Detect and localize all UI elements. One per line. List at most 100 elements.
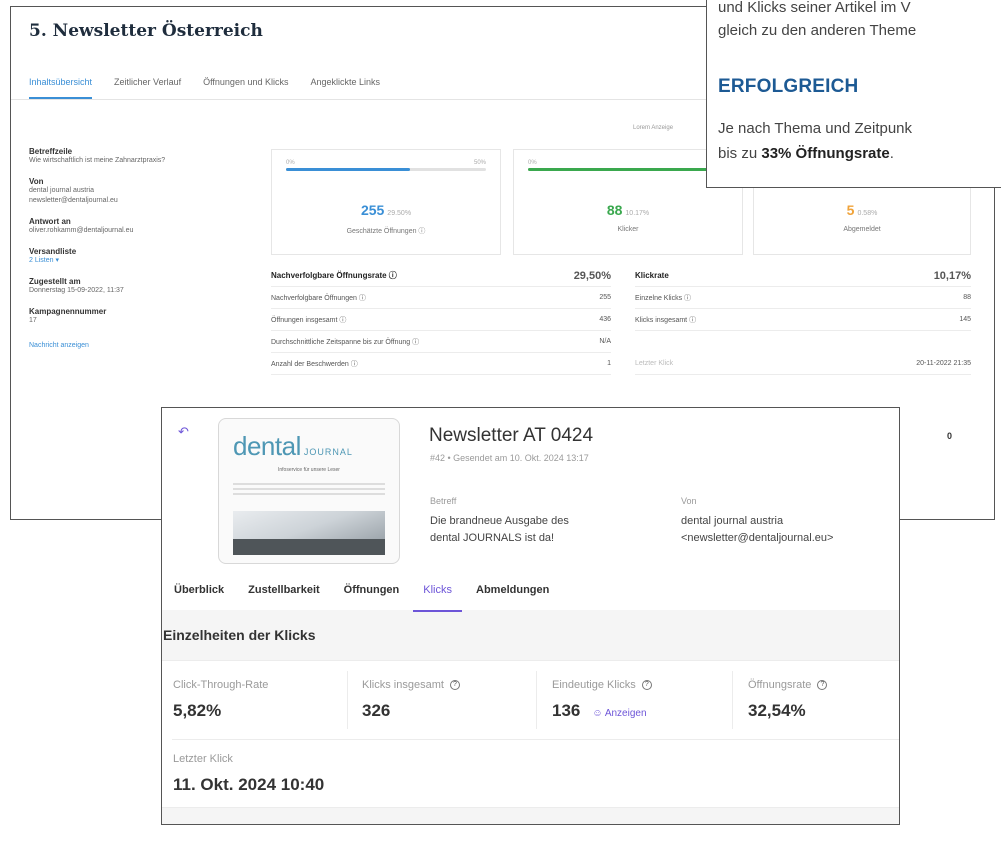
divider [732,671,733,729]
table-row: Einzelne Klicks ⓘ 88 [635,287,971,309]
tab-overview[interactable]: Inhaltsübersicht [29,77,93,99]
metric-label-text: Öffnungsrate [748,679,812,691]
metric-value-text: 136 [552,701,581,720]
article-heading: ERFOLGREICH [718,76,859,97]
stat-value: 5 0.58% [754,202,970,218]
table-header-label: Klickrate [635,271,669,280]
newsletter-send-info: #42 • Gesendet am 10. Okt. 2024 13:17 [430,453,589,463]
from-label: Von [681,496,697,506]
metric-total-clicks: Klicks insgesamt? 326 [362,679,460,721]
metric-label: Letzter Klick [173,753,324,765]
stat-number: 255 [360,202,385,218]
article-line: gleich zu den anderen Theme [718,22,917,39]
table-header: Nachverfolgbare Öffnungsrate ⓘ 29,50% [271,265,611,287]
help-icon[interactable]: ? [641,680,652,690]
report-tabs: Inhaltsübersicht Zeitlicher Verlauf Öffn… [29,77,380,99]
row-value: 255 [599,294,611,301]
article-line: und Klicks seiner Artikel im V [718,0,911,16]
metric-label-text: Letzter Klick [173,753,233,765]
divider [347,671,348,729]
article-text: bis zu [718,145,762,162]
tab-overview[interactable]: Überblick [174,584,234,612]
row-value: 88 [963,294,971,301]
stat-caption: Klicker [617,226,639,233]
extra-count: 0 [947,431,953,441]
divider [172,739,899,740]
stat-card-opens: 0% 50% 255 29.50% Geschätzte Öffnungen ⓘ [271,149,501,255]
detail-value: dental journal austria newsletter@dental… [29,187,118,204]
stat-caption: Abgemeldet [843,226,881,233]
row-value: 145 [959,316,971,323]
progress-fill [528,168,728,171]
metric-label: Öffnungsrate? [748,679,828,691]
metric-value: 326 [362,701,460,721]
newsletter-thumbnail[interactable]: dental JOURNAL Infoservice für unsere Les… [218,418,400,564]
detail-from: Von dental journal austria newsletter@de… [29,177,259,206]
detail-value: Wie wirtschaftlich ist meine Zahnarztpra… [29,157,166,164]
stat-percent: 29.50% [387,210,412,217]
detail-campaign-number: Kampagnennummer 17 [29,307,259,326]
article-line: Je nach Thema und Zeitpunk [718,120,913,137]
tab-opens-clicks[interactable]: Öffnungen und Klicks [203,77,288,99]
subject-label: Betreff [430,496,457,506]
tab-deliverability[interactable]: Zustellbarkeit [238,584,330,612]
row-value: 20-11-2022 21:35 [916,360,971,367]
table-header-label: Nachverfolgbare Öffnungsrate ⓘ [271,271,397,280]
table-row: Letzter Klick 20-11-2022 21:35 [635,353,971,375]
detail-label: Kampagnennummer [29,307,107,316]
bar-min-label: 0% [528,160,537,166]
divider [536,671,537,729]
detail-label: Betreffzeile [29,147,73,156]
tab-unsubscribes[interactable]: Abmeldungen [466,584,559,612]
list-dropdown[interactable]: 2 Listen ▾ [29,256,259,266]
table-row: Anzahl der Beschwerden ⓘ 1 [271,353,611,375]
row-label: Anzahl der Beschwerden ⓘ [271,360,358,368]
metric-value-text: 326 [362,701,391,720]
tab-opens[interactable]: Öffnungen [334,584,410,612]
row-label: Einzelne Klicks ⓘ [635,294,692,302]
progress-fill [286,168,410,171]
detail-value: 17 [29,317,37,324]
campaign-details: Betreffzeile Wie wirtschaftlich ist mein… [29,147,259,349]
help-icon[interactable]: ? [817,680,828,690]
article-emphasis: 33% Öffnungsrate [761,145,890,162]
tab-clicks[interactable]: Klicks [413,584,463,612]
table-header: Klickrate 10,17% [635,265,971,287]
metric-value-text: 11. Okt. 2024 10:40 [173,775,325,794]
back-arrow-icon[interactable]: ↶ [178,424,189,440]
table-row: Nachverfolgbare Öffnungen ⓘ 255 [271,287,611,309]
row-value: N/A [599,338,611,345]
progress-bar [528,168,728,171]
stat-percent: 0.58% [857,210,878,217]
tab-clicked-links[interactable]: Angeklickte Links [310,77,380,99]
logo-suffix: JOURNAL [303,447,353,457]
newsletter-title: Newsletter AT 0424 [429,425,594,446]
bar-min-label: 0% [286,160,295,166]
table-header-value: 10,17% [933,269,971,282]
detail-value: oliver.rohkamm@dentaljournal.eu [29,227,134,234]
open-metrics-table: Nachverfolgbare Öffnungsrate ⓘ 29,50% Na… [271,265,611,375]
view-message-link[interactable]: Nachricht anzeigen [29,342,259,349]
row-label: Nachverfolgbare Öffnungen ⓘ [271,294,366,302]
bar-max-label: 50% [473,160,486,166]
row-label: Letzter Klick [635,360,674,367]
newsletter-detail-window: ↶ dental JOURNAL Infoservice für unsere L… [161,407,900,825]
article-paragraph: und Klicks seiner Artikel im V gleich zu… [718,0,916,42]
show-clickers-link[interactable]: ☺ Anzeigen [592,708,646,719]
help-icon[interactable]: ? [449,680,460,690]
subject-value: Die brandneue Ausgabe des dental JOURNAL… [430,515,569,544]
click-metrics-table: Klickrate 10,17% Einzelne Klicks ⓘ 88 Kli… [635,265,971,375]
metric-label: Klicks insgesamt? [362,679,460,691]
progress-bar [286,168,486,171]
top-link[interactable]: Lorem Anzeige [633,125,673,131]
detail-value: Donnerstag 15-09-2022, 11:37 [29,287,124,294]
metric-value: 5,82% [173,701,268,721]
tab-timeline[interactable]: Zeitlicher Verlauf [114,77,181,99]
detail-list: Versandliste 2 Listen ▾ [29,247,259,266]
metric-open-rate: Öffnungsrate? 32,54% [748,679,828,721]
section-title: Einzelheiten der Klicks [163,627,316,643]
thumbnail-subtitle: Infoservice für unsere Leser [278,467,340,473]
row-label: Durchschnittliche Zeitspanne bis zur Öff… [271,338,420,346]
metric-value-text: 32,54% [748,701,806,720]
stat-caption: Geschätzte Öffnungen ⓘ [346,228,426,235]
